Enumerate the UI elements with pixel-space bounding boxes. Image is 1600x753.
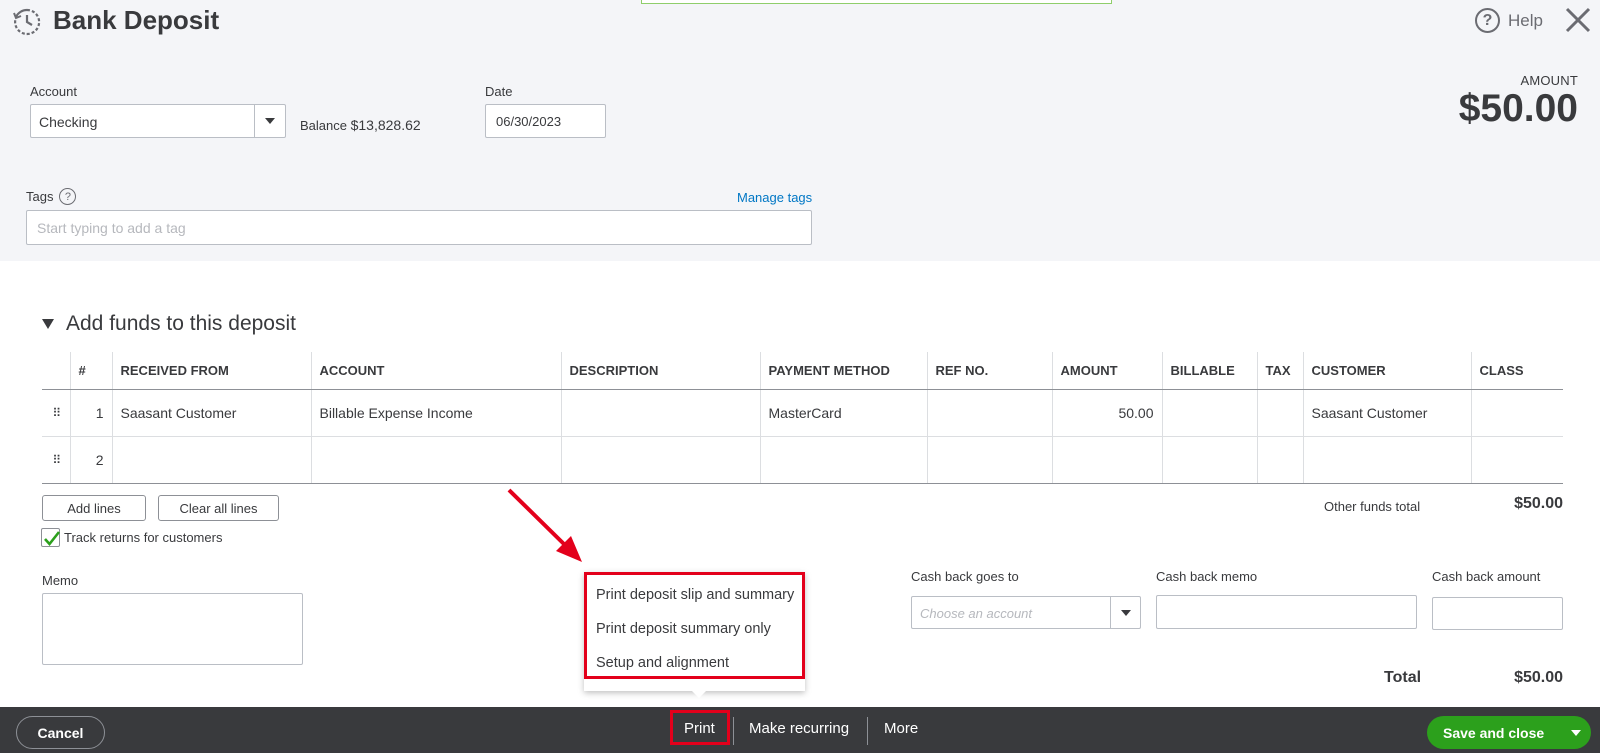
cell-payment-method[interactable]: MasterCard — [760, 389, 928, 437]
total-label: Total — [1384, 669, 1422, 686]
cell-received-from[interactable]: Saasant Customer — [112, 389, 312, 437]
tags-input[interactable]: Start typing to add a tag — [26, 210, 812, 245]
cell-ref-no[interactable] — [927, 389, 1053, 437]
manage-tags-link[interactable]: Manage tags — [737, 190, 812, 205]
help-button[interactable]: ? Help — [1475, 8, 1543, 33]
col-header-billable: BILLABLE — [1162, 352, 1258, 390]
clear-all-lines-button[interactable]: Clear all lines — [158, 495, 279, 521]
close-icon[interactable] — [1563, 5, 1593, 35]
chevron-down-icon — [265, 118, 275, 124]
annotation-highlight-box — [670, 710, 730, 745]
question-icon[interactable]: ? — [59, 188, 77, 205]
section-title: Add funds to this deposit — [66, 312, 296, 335]
save-and-close-label: Save and close — [1443, 725, 1545, 741]
col-header-description: DESCRIPTION — [561, 352, 761, 390]
cell-class[interactable] — [1471, 436, 1563, 484]
cell-received-from[interactable] — [112, 436, 312, 484]
other-funds-value: $50.00 — [1514, 495, 1563, 512]
balance-label: Balance — [300, 118, 347, 133]
cell-account[interactable] — [311, 436, 562, 484]
cash-back-goes-to-label: Cash back goes to — [911, 569, 1019, 584]
cell-amount[interactable] — [1052, 436, 1163, 484]
cell-customer[interactable] — [1303, 436, 1472, 484]
tags-label: Tags — [26, 189, 54, 204]
menu-caret — [691, 690, 707, 698]
cash-back-account-placeholder: Choose an account — [920, 606, 1033, 621]
memo-textarea[interactable] — [42, 593, 303, 665]
col-header-amount: AMOUNT — [1052, 352, 1163, 390]
cell-num: 2 — [70, 436, 113, 484]
cell-class[interactable] — [1471, 389, 1563, 437]
recent-transactions-icon[interactable] — [12, 7, 42, 37]
cash-back-memo-label: Cash back memo — [1156, 569, 1258, 584]
cell-num: 1 — [70, 389, 113, 437]
drag-handle-icon[interactable]: ⠿ — [42, 436, 71, 484]
more-button[interactable]: More — [884, 720, 918, 737]
footer-divider — [867, 717, 868, 745]
section-toggle[interactable]: Add funds to this deposit — [42, 312, 296, 336]
account-label: Account — [30, 84, 77, 99]
page-title: Bank Deposit — [53, 5, 220, 35]
chevron-down-icon — [1120, 609, 1131, 616]
balance-value: $13,828.62 — [350, 117, 421, 133]
cell-ref-no[interactable] — [927, 436, 1053, 484]
cell-description[interactable] — [561, 436, 761, 484]
cash-back-memo-input[interactable] — [1156, 595, 1417, 629]
cell-billable[interactable] — [1162, 436, 1258, 484]
cell-billable[interactable] — [1162, 389, 1258, 437]
help-label: Help — [1508, 10, 1543, 30]
collapse-triangle-icon — [42, 319, 54, 329]
footer-divider — [733, 717, 734, 745]
account-balance: Balance $13,828.62 — [300, 117, 421, 133]
cell-payment-method[interactable] — [760, 436, 928, 484]
make-recurring-button[interactable]: Make recurring — [749, 720, 849, 737]
col-header-received-from: RECEIVED FROM — [112, 352, 312, 390]
cell-amount[interactable]: 50.00 — [1052, 389, 1163, 437]
date-label: Date — [485, 84, 513, 99]
cell-tax[interactable] — [1257, 436, 1304, 484]
account-dropdown-button[interactable] — [254, 105, 285, 137]
cash-back-amount-label: Cash back amount — [1432, 569, 1541, 584]
cash-back-account-select[interactable]: Choose an account — [911, 596, 1141, 629]
cancel-button[interactable]: Cancel — [16, 716, 105, 749]
drag-handle-icon[interactable]: ⠿ — [42, 389, 71, 437]
col-header-num: # — [70, 352, 113, 390]
col-header-payment-method: PAYMENT METHOD — [760, 352, 928, 390]
chevron-down-icon[interactable] — [1571, 730, 1581, 736]
cell-customer[interactable]: Saasant Customer — [1303, 389, 1472, 437]
date-input[interactable]: 06/30/2023 — [485, 104, 606, 138]
footer-bar: Cancel Print Make recurring More Save an… — [0, 707, 1600, 753]
cell-description[interactable] — [561, 389, 761, 437]
add-lines-button[interactable]: Add lines — [42, 495, 146, 521]
memo-label: Memo — [42, 573, 79, 588]
deposit-lines-table: # RECEIVED FROM ACCOUNT DESCRIPTION PAYM… — [42, 352, 1563, 484]
checkmark-icon — [44, 531, 61, 547]
col-header-ref-no: REF NO. — [927, 352, 1053, 390]
amount-label: AMOUNT — [1520, 73, 1578, 88]
other-funds-label: Other funds total — [1324, 499, 1421, 514]
cash-back-amount-input[interactable] — [1432, 597, 1563, 630]
annotation-highlight-box — [584, 572, 805, 679]
account-select[interactable]: Checking — [30, 104, 286, 138]
tags-label-group: Tags ? — [26, 188, 77, 205]
cell-tax[interactable] — [1257, 389, 1304, 437]
cell-account[interactable]: Billable Expense Income — [311, 389, 562, 437]
cash-back-dropdown-button[interactable] — [1110, 597, 1140, 628]
help-icon: ? — [1475, 8, 1500, 33]
col-header-customer: CUSTOMER — [1303, 352, 1472, 390]
col-header-class: CLASS — [1471, 352, 1563, 390]
total-value: $50.00 — [1514, 669, 1563, 686]
save-and-close-button[interactable]: Save and close — [1427, 716, 1591, 749]
col-header-account: ACCOUNT — [311, 352, 562, 390]
track-returns-checkbox[interactable] — [41, 528, 61, 547]
amount-total: $50.00 — [1458, 87, 1578, 130]
account-value: Checking — [39, 114, 98, 130]
table-row[interactable]: ⠿ 1 Saasant Customer Billable Expense In… — [42, 389, 1563, 437]
notification-bar — [641, 0, 1112, 4]
grip-col-header — [42, 352, 71, 390]
table-row[interactable]: ⠿ 2 — [42, 436, 1563, 484]
col-header-tax: TAX — [1257, 352, 1304, 390]
track-returns-label: Track returns for customers — [64, 530, 223, 545]
